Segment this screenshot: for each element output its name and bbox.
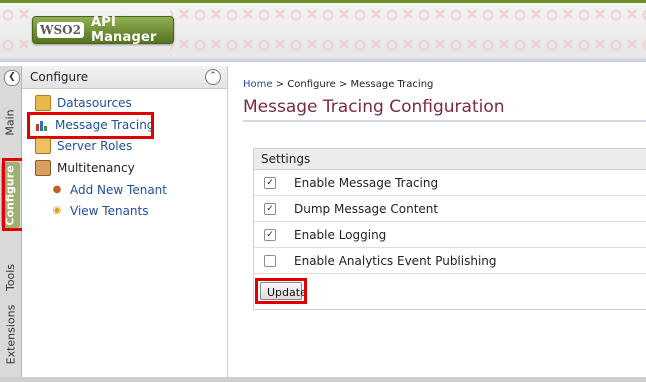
nav-title: Configure xyxy=(30,70,89,84)
page-title: Message Tracing Configuration xyxy=(243,97,505,117)
multitenancy-icon xyxy=(35,160,51,176)
breadcrumb-sep: > xyxy=(275,79,285,90)
nav-header: Configure ⌃ xyxy=(22,66,227,89)
nav-item-datasources[interactable]: Datasources xyxy=(35,93,132,113)
breadcrumb-current: Message Tracing xyxy=(350,79,434,90)
highlight-update-button xyxy=(255,278,307,304)
settings-row: Enable Analytics Event Publishing xyxy=(254,248,646,274)
nav-item-server-roles[interactable]: Server Roles xyxy=(35,136,132,156)
breadcrumb-configure: Configure xyxy=(287,79,336,90)
breadcrumb-home[interactable]: Home xyxy=(243,79,273,90)
title-divider xyxy=(243,120,646,122)
settings-panel: Settings ✓ Enable Message Tracing ✓ Dump… xyxy=(253,148,646,310)
logo-product-name: API Manager xyxy=(90,15,157,45)
enable-message-tracing-checkbox[interactable]: ✓ xyxy=(264,177,276,189)
logo-wso2: WSO2 xyxy=(37,22,84,38)
settings-row: ✓ Dump Message Content xyxy=(254,196,646,222)
header-divider xyxy=(0,58,646,62)
settings-header: Settings xyxy=(254,149,646,170)
settings-row: ✓ Enable Logging xyxy=(254,222,646,248)
tab-extensions[interactable]: Extensions xyxy=(1,300,20,368)
app-header: WSO2 API Manager xyxy=(0,0,646,62)
dump-message-content-checkbox[interactable]: ✓ xyxy=(264,203,276,215)
breadcrumb: Home > Configure > Message Tracing xyxy=(243,79,433,90)
nav-item-add-new-tenant[interactable]: ● Add New Tenant xyxy=(50,180,167,200)
datasources-icon xyxy=(35,95,51,111)
tab-tools[interactable]: Tools xyxy=(1,248,20,306)
chevron-up-icon[interactable]: ⌃ xyxy=(205,69,221,85)
option-label: Enable Logging xyxy=(294,228,387,242)
add-tenant-icon: ● xyxy=(52,184,62,195)
settings-row: ✓ Enable Message Tracing xyxy=(254,170,646,196)
view-tenants-icon: ◉ xyxy=(52,205,62,216)
option-label: Enable Analytics Event Publishing xyxy=(294,254,497,268)
server-roles-icon xyxy=(35,138,51,154)
option-label: Dump Message Content xyxy=(294,202,439,216)
bottom-bar xyxy=(0,377,646,382)
enable-analytics-publishing-checkbox[interactable] xyxy=(264,255,276,267)
nav-item-multitenancy[interactable]: Multitenancy xyxy=(35,158,135,178)
collapse-left-icon[interactable]: ❮ xyxy=(4,70,20,86)
highlight-message-tracing xyxy=(27,112,154,139)
tab-main[interactable]: Main xyxy=(1,92,20,152)
option-label: Enable Message Tracing xyxy=(294,176,439,190)
enable-logging-checkbox[interactable]: ✓ xyxy=(264,229,276,241)
breadcrumb-sep-2: > xyxy=(338,79,348,90)
nav-item-view-tenants[interactable]: ◉ View Tenants xyxy=(50,201,149,221)
app-logo[interactable]: WSO2 API Manager xyxy=(32,15,174,45)
